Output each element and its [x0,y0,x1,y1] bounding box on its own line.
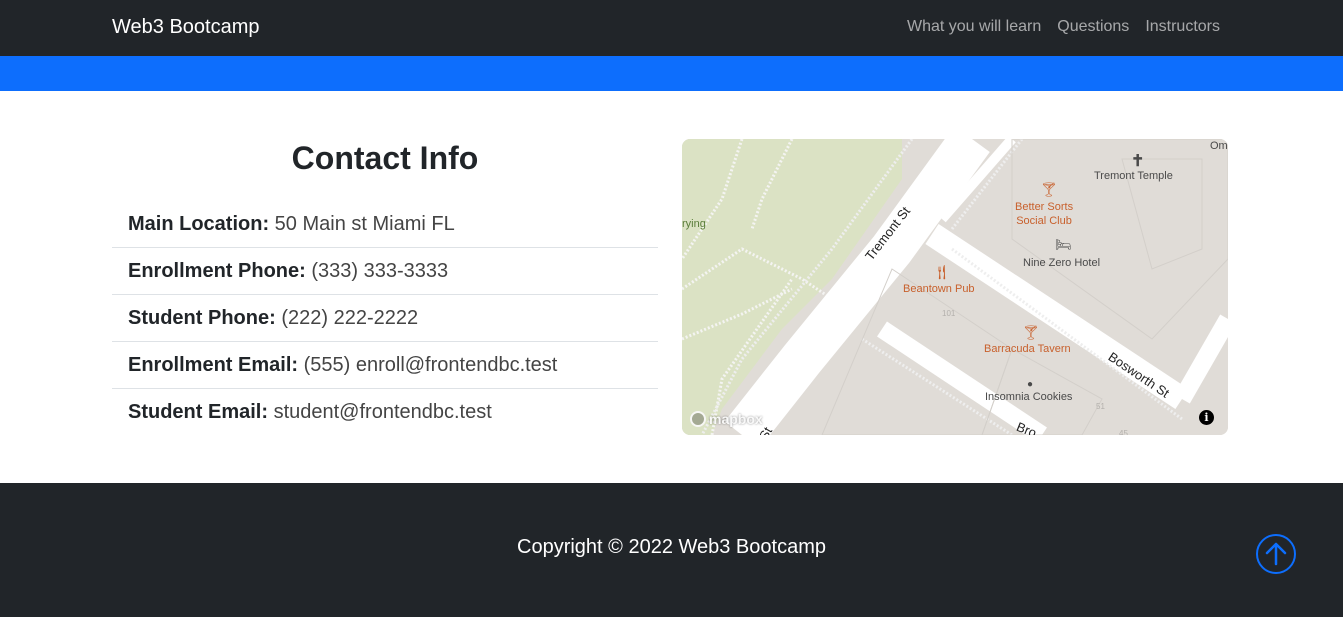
cocktail-icon: 🍸︎ [1040,181,1058,197]
restaurant-icon: 🍴︎ [933,264,951,280]
contact-list: Main Location: 50 Main st Miami FL Enrol… [112,201,658,436]
cocktail-icon: 🍸︎ [1022,324,1040,340]
building-number: 101 [942,309,956,318]
poi-better-sorts[interactable]: Better Sorts Social Club [1015,200,1073,228]
bed-icon: 🛏︎ [1055,237,1072,252]
poi-barracuda-tavern[interactable]: Barracuda Tavern [984,343,1071,355]
nav-link-questions[interactable]: Questions [1057,18,1129,36]
cross-icon: ✝ [1131,153,1145,170]
contact-label: Enrollment Email: [128,354,299,376]
contact-title: Contact Info [291,140,479,176]
copyright-text: Copyright © 2022 Web3 Bootcamp [517,536,826,558]
scroll-to-top-button[interactable] [1256,534,1296,574]
mapbox-mark-icon [690,411,706,427]
poi-beantown-pub[interactable]: Beantown Pub [903,283,975,295]
footer: Copyright © 2022 Web3 Bootcamp [0,483,1343,617]
contact-value: (555) enroll@frontendbc.test [303,354,558,376]
brand-link[interactable]: Web3 Bootcamp [112,16,260,39]
nav-link-learn[interactable]: What you will learn [907,18,1041,36]
contact-label: Student Phone: [128,307,276,329]
contact-label: Enrollment Phone: [128,260,306,282]
building-number: 51 [1096,402,1105,411]
arrow-up-icon [1265,542,1287,566]
contact-value: student@frontendbc.test [273,401,492,423]
nav-links: What you will learn Questions Instructor… [907,18,1220,36]
contact-label: Student Email: [128,401,269,423]
contact-item-enrollment-phone: Enrollment Phone: (333) 333-3333 [112,248,658,295]
mapbox-logo[interactable]: mapbox [690,411,763,427]
contact-value: (222) 222-2222 [281,307,419,329]
poi-insomnia-cookies[interactable]: Insomnia Cookies [985,391,1072,403]
accent-band [0,56,1343,91]
contact-item-student-email: Student Email: student@frontendbc.test [112,389,658,436]
poi-tremont-temple[interactable]: Tremont Temple [1094,170,1173,182]
poi-nine-zero-hotel[interactable]: Nine Zero Hotel [1023,257,1100,269]
building-number: 45 [1119,429,1128,435]
poi-partial-left: rying [682,218,706,230]
contact-item-main-location: Main Location: 50 Main st Miami FL [112,201,658,248]
info-icon[interactable]: i [1199,410,1214,425]
contact-value: 50 Main st Miami FL [274,213,455,235]
nav-link-instructors[interactable]: Instructors [1145,18,1220,36]
mapbox-text: mapbox [709,411,763,427]
location-map[interactable]: ✝ 🍸︎ 🛏︎ 🍴︎ 🍸︎ ● Tremont Temple Better So… [682,139,1228,435]
contact-value: (333) 333-3333 [311,260,449,282]
contact-item-enrollment-email: Enrollment Email: (555) enroll@frontendb… [112,342,658,389]
navbar: Web3 Bootcamp What you will learn Questi… [0,0,1343,56]
poi-dot-icon: ● [1027,379,1034,390]
contact-label: Main Location: [128,213,270,235]
poi-partial-right: Om [1210,140,1228,152]
contact-item-student-phone: Student Phone: (222) 222-2222 [112,295,658,342]
